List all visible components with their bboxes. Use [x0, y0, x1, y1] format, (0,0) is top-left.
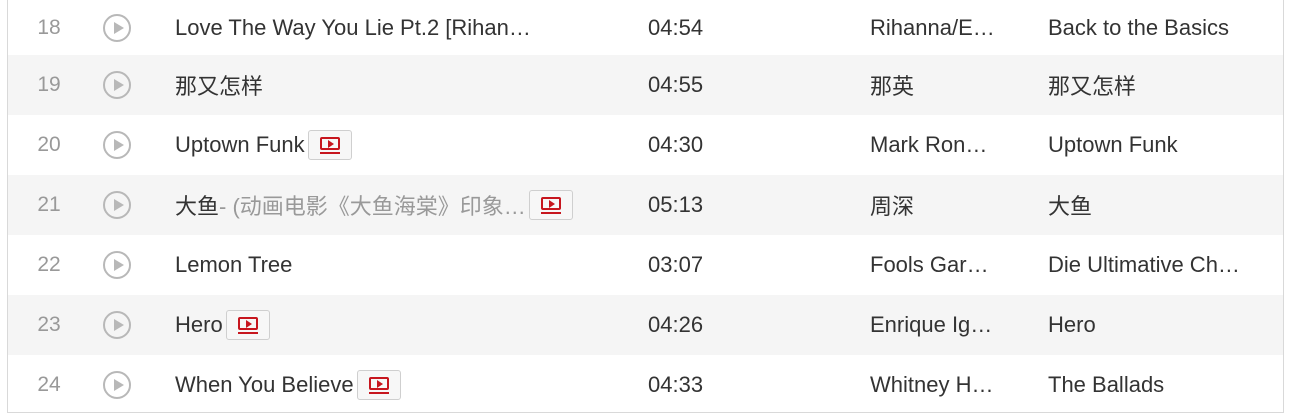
song-row[interactable]: 19 那又怎样 04:55 那英 那又怎样: [8, 55, 1283, 115]
song-title[interactable]: Love The Way You Lie Pt.2 [Rihan…: [175, 15, 531, 41]
artist-link[interactable]: Enrique Ig…: [870, 312, 1008, 338]
song-title[interactable]: Hero: [175, 312, 223, 338]
song-row[interactable]: 23 Hero 04:26 Enrique Ig… Hero: [8, 295, 1283, 355]
duration: 04:26: [648, 312, 704, 337]
album-link[interactable]: Back to the Basics: [1048, 15, 1263, 41]
track-number: 21: [37, 193, 61, 216]
song-title[interactable]: 大鱼: [175, 189, 219, 221]
play-icon[interactable]: [103, 13, 131, 42]
mv-icon[interactable]: [225, 310, 270, 340]
song-title-cell: Love The Way You Lie Pt.2 [Rihan…: [175, 15, 622, 41]
mv-icon[interactable]: [528, 190, 573, 220]
artist-link[interactable]: Rihanna/E…: [870, 15, 1008, 41]
play-icon[interactable]: [103, 251, 131, 279]
song-title[interactable]: Lemon Tree: [175, 252, 292, 278]
song-list: 18 Love The Way You Lie Pt.2 [Rihan… 04:…: [7, 0, 1284, 413]
play-icon[interactable]: [103, 311, 131, 339]
song-title-cell: Lemon Tree: [175, 252, 622, 278]
song-row[interactable]: 18 Love The Way You Lie Pt.2 [Rihan… 04:…: [8, 0, 1283, 55]
duration: 05:13: [648, 192, 704, 217]
album-link[interactable]: 那又怎样: [1048, 69, 1263, 101]
duration: 04:55: [648, 72, 704, 97]
artist-link[interactable]: Whitney H…: [870, 372, 1008, 398]
duration: 04:33: [648, 372, 704, 397]
artist-link[interactable]: Mark Ron…: [870, 132, 1008, 158]
track-number: 23: [37, 313, 61, 336]
album-link[interactable]: 大鱼: [1048, 189, 1263, 221]
song-row[interactable]: 20 Uptown Funk 04:30 Mark Ron… Uptown Fu…: [8, 115, 1283, 175]
album-link[interactable]: Die Ultimative Ch…: [1048, 252, 1263, 278]
duration: 04:30: [648, 132, 704, 157]
artist-link[interactable]: Fools Gar…: [870, 252, 1008, 278]
play-icon[interactable]: [103, 131, 131, 159]
song-subtitle: - (动画电影《大鱼海棠》印象…: [219, 194, 526, 219]
track-number: 18: [37, 15, 61, 39]
play-icon[interactable]: [103, 371, 131, 399]
song-title[interactable]: Uptown Funk: [175, 132, 305, 158]
duration: 04:54: [648, 14, 704, 40]
song-title-cell: 那又怎样: [175, 69, 622, 101]
song-title[interactable]: When You Believe: [175, 372, 354, 398]
play-icon[interactable]: [103, 71, 131, 99]
song-title-cell: Uptown Funk: [175, 130, 622, 160]
album-link[interactable]: The Ballads: [1048, 372, 1263, 398]
play-icon[interactable]: [103, 191, 131, 219]
song-row[interactable]: 21 大鱼 - (动画电影《大鱼海棠》印象… 05:13 周深 大鱼: [8, 175, 1283, 235]
artist-link[interactable]: 那英: [870, 69, 1008, 101]
song-title-cell: 大鱼 - (动画电影《大鱼海棠》印象…: [175, 189, 622, 221]
track-number: 20: [37, 133, 61, 156]
track-number: 19: [37, 73, 61, 96]
song-row[interactable]: 22 Lemon Tree 03:07 Fools Gar… Die Ultim…: [8, 235, 1283, 295]
song-row[interactable]: 24 When You Believe 04:33 Whitney H… The…: [8, 355, 1283, 415]
mv-icon[interactable]: [307, 130, 352, 160]
song-title[interactable]: 那又怎样: [175, 69, 263, 101]
duration: 03:07: [648, 252, 704, 277]
track-number: 24: [37, 373, 61, 396]
album-link[interactable]: Uptown Funk: [1048, 132, 1263, 158]
track-number: 22: [37, 253, 61, 276]
mv-icon[interactable]: [356, 370, 401, 400]
song-title-cell: When You Believe: [175, 370, 622, 400]
artist-link[interactable]: 周深: [870, 189, 1008, 221]
album-link[interactable]: Hero: [1048, 312, 1263, 338]
song-title-cell: Hero: [175, 310, 622, 340]
